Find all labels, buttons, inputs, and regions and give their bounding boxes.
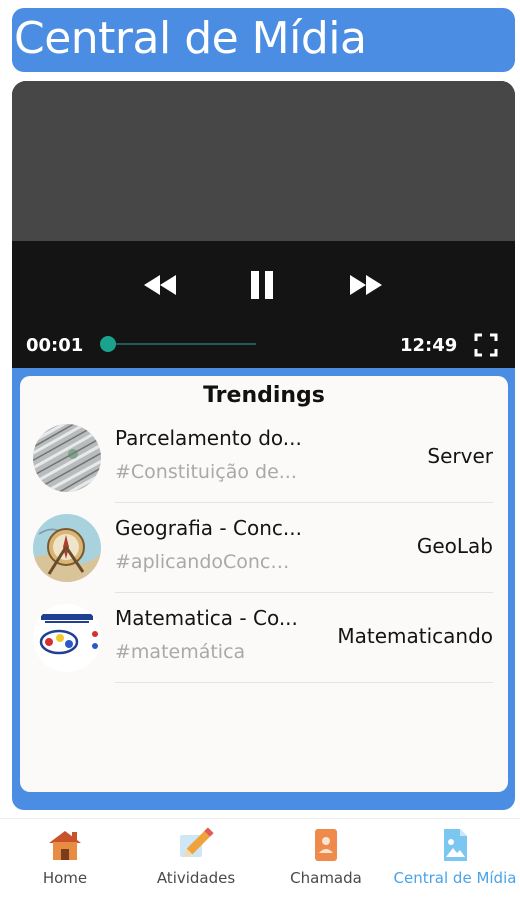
list-item[interactable]: Matematica - Co... #matemática Matematic… [20, 604, 508, 694]
nav-item-atividades[interactable]: Atividades [136, 819, 256, 900]
fullscreen-icon [474, 333, 498, 357]
list-item[interactable]: Parcelamento do... #Constituição de... S… [20, 424, 508, 514]
seek-handle[interactable] [100, 336, 116, 352]
trending-title: Trendings [203, 383, 325, 408]
item-tag: #matemática [115, 641, 246, 663]
nav-label: Home [42, 869, 88, 887]
divider [115, 592, 493, 593]
video-player[interactable]: 00:01 12:49 [12, 81, 515, 368]
contact-card-icon [315, 829, 337, 861]
money-stack-thumbnail [33, 424, 101, 492]
fast-forward-button[interactable] [346, 269, 386, 301]
nav-item-central-de-midia[interactable]: Central de Mídia [392, 819, 518, 900]
seek-bar[interactable] [108, 343, 256, 345]
fast-forward-icon [350, 275, 382, 295]
item-title: Parcelamento do... [115, 426, 302, 450]
item-tag: #aplicandoConcei... [115, 551, 299, 573]
compass-map-thumbnail [33, 514, 101, 582]
nav-label: Atividades [156, 869, 236, 887]
page-title: Central de Mídia [14, 13, 367, 64]
nav-label: Central de Mídia [393, 869, 517, 887]
current-time: 00:01 [26, 335, 84, 356]
pencil-icon [180, 827, 214, 858]
nav-label: Chamada [290, 869, 362, 887]
video-frame[interactable] [12, 81, 515, 241]
trending-panel: Trendings Parcelamento do... #Constituiç… [20, 376, 508, 792]
pause-button[interactable] [244, 267, 280, 303]
bottom-navigation: Home Atividades Chamada Central de Mídia [0, 818, 520, 900]
item-tag: #Constituição de... [115, 461, 297, 483]
app-header: Central de Mídia [12, 8, 515, 72]
duration: 12:49 [400, 335, 458, 356]
fullscreen-button[interactable] [474, 333, 498, 357]
divider [115, 502, 493, 503]
item-channel: GeoLab [416, 534, 493, 558]
math-logo-thumbnail [33, 604, 101, 672]
image-file-icon [444, 829, 467, 861]
pause-icon [251, 271, 273, 299]
divider [115, 682, 493, 683]
rewind-icon [144, 275, 176, 295]
item-channel: Matematicando [337, 624, 493, 648]
list-item[interactable]: Geografia - Conc... #aplicandoConcei... … [20, 514, 508, 604]
rewind-button[interactable] [140, 269, 180, 301]
item-channel: Server [427, 444, 493, 468]
nav-item-chamada[interactable]: Chamada [270, 819, 382, 900]
item-title: Geografia - Conc... [115, 516, 302, 540]
house-icon [49, 831, 81, 860]
item-title: Matematica - Co... [115, 606, 298, 630]
nav-item-home[interactable]: Home [8, 819, 122, 900]
